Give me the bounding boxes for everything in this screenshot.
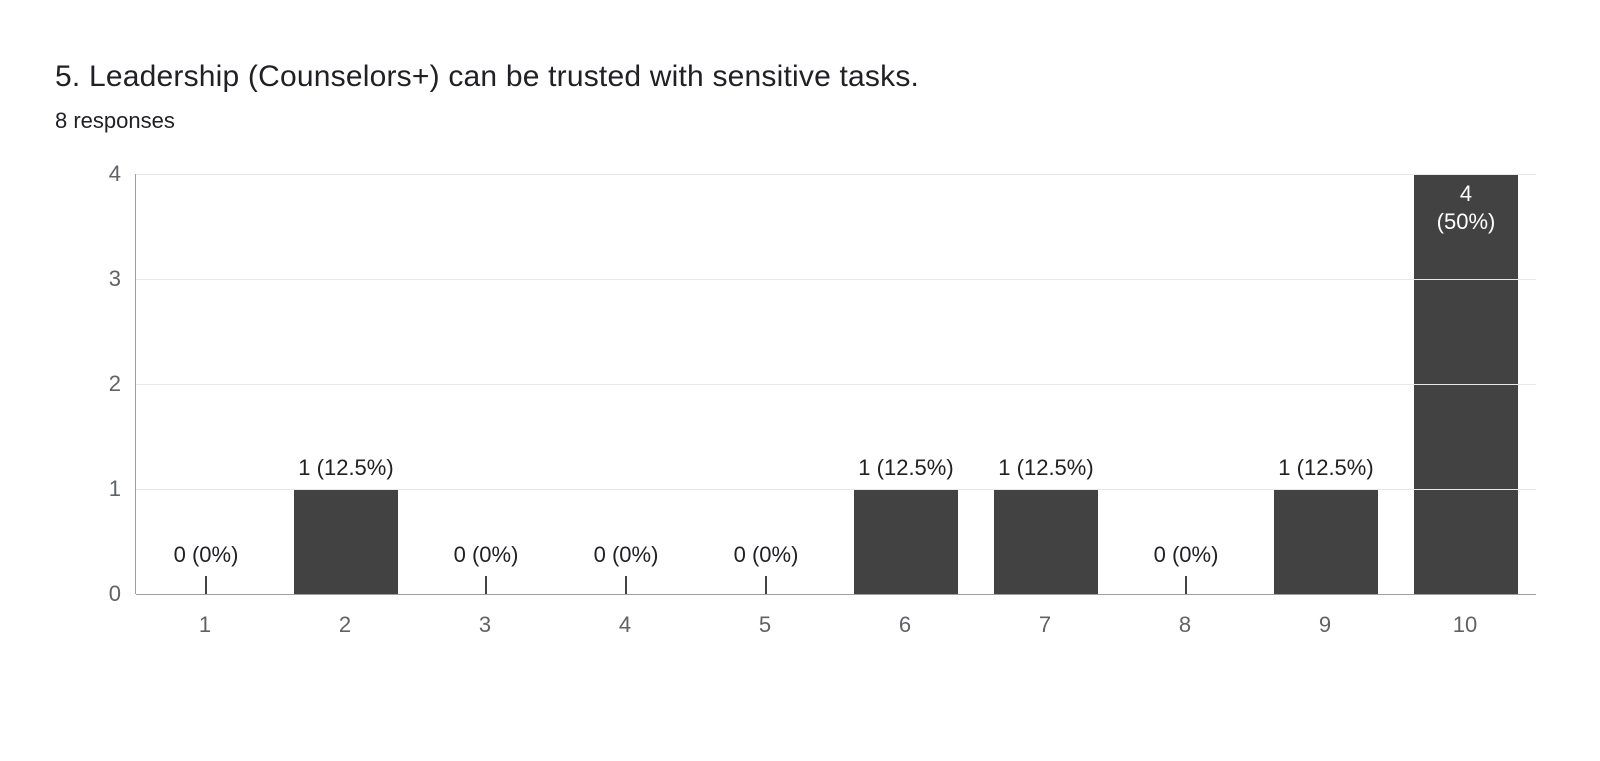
chart-title: 5. Leadership (Counselors+) can be trust… [55, 60, 1545, 94]
grid-line [136, 279, 1536, 280]
x-tick-label: 4 [555, 612, 695, 638]
y-tick-label: 1 [75, 476, 121, 502]
x-tick-label: 1 [135, 612, 275, 638]
bar [294, 489, 398, 594]
bar-stub [765, 576, 767, 594]
y-tick-label: 4 [75, 161, 121, 187]
bar-value-label: 1 (12.5%) [1278, 454, 1373, 482]
bar-value-label: 1 (12.5%) [298, 454, 393, 482]
y-axis: 01234 [75, 174, 135, 594]
bar [854, 489, 958, 594]
x-tick-label: 2 [275, 612, 415, 638]
chart-plot-area: 01234 0 (0%)1 (12.5%)0 (0%)0 (0%)0 (0%)1… [75, 174, 1535, 674]
bar-stub [625, 576, 627, 594]
x-axis: 12345678910 [135, 594, 1535, 654]
bar-value-label: 1 (12.5%) [858, 454, 953, 482]
bar-value-label: 0 (0%) [594, 541, 659, 569]
x-tick-label: 8 [1115, 612, 1255, 638]
grid-line [136, 384, 1536, 385]
y-tick-label: 3 [75, 266, 121, 292]
plot-region: 0 (0%) 1 (12.5%) 0 (0%) 0 (0%) 0 (0%) 1 (12.5… [135, 174, 1536, 594]
x-tick-label: 10 [1395, 612, 1535, 638]
bar-value-label: 0 (0%) [174, 541, 239, 569]
chart-container: 5. Leadership (Counselors+) can be trust… [0, 0, 1600, 674]
y-tick-label: 2 [75, 371, 121, 397]
bar-value-label: 0 (0%) [454, 541, 519, 569]
bar [1274, 489, 1378, 594]
x-tick-label: 6 [835, 612, 975, 638]
x-tick-label: 3 [415, 612, 555, 638]
bar-value-label: 0 (0%) [734, 541, 799, 569]
bar-value-label: 4(50%) [1411, 180, 1521, 235]
x-tick-label: 9 [1255, 612, 1395, 638]
bar-value-label: 1 (12.5%) [998, 454, 1093, 482]
chart-subtitle: 8 responses [55, 108, 1545, 134]
bar [994, 489, 1098, 594]
grid-line [136, 489, 1536, 490]
grid-line [136, 174, 1536, 175]
y-tick-label: 0 [75, 581, 121, 607]
bar-stub [1185, 576, 1187, 594]
x-tick-label: 7 [975, 612, 1115, 638]
bar-stub [205, 576, 207, 594]
bar-stub [485, 576, 487, 594]
bar-value-label: 0 (0%) [1154, 541, 1219, 569]
x-tick-label: 5 [695, 612, 835, 638]
